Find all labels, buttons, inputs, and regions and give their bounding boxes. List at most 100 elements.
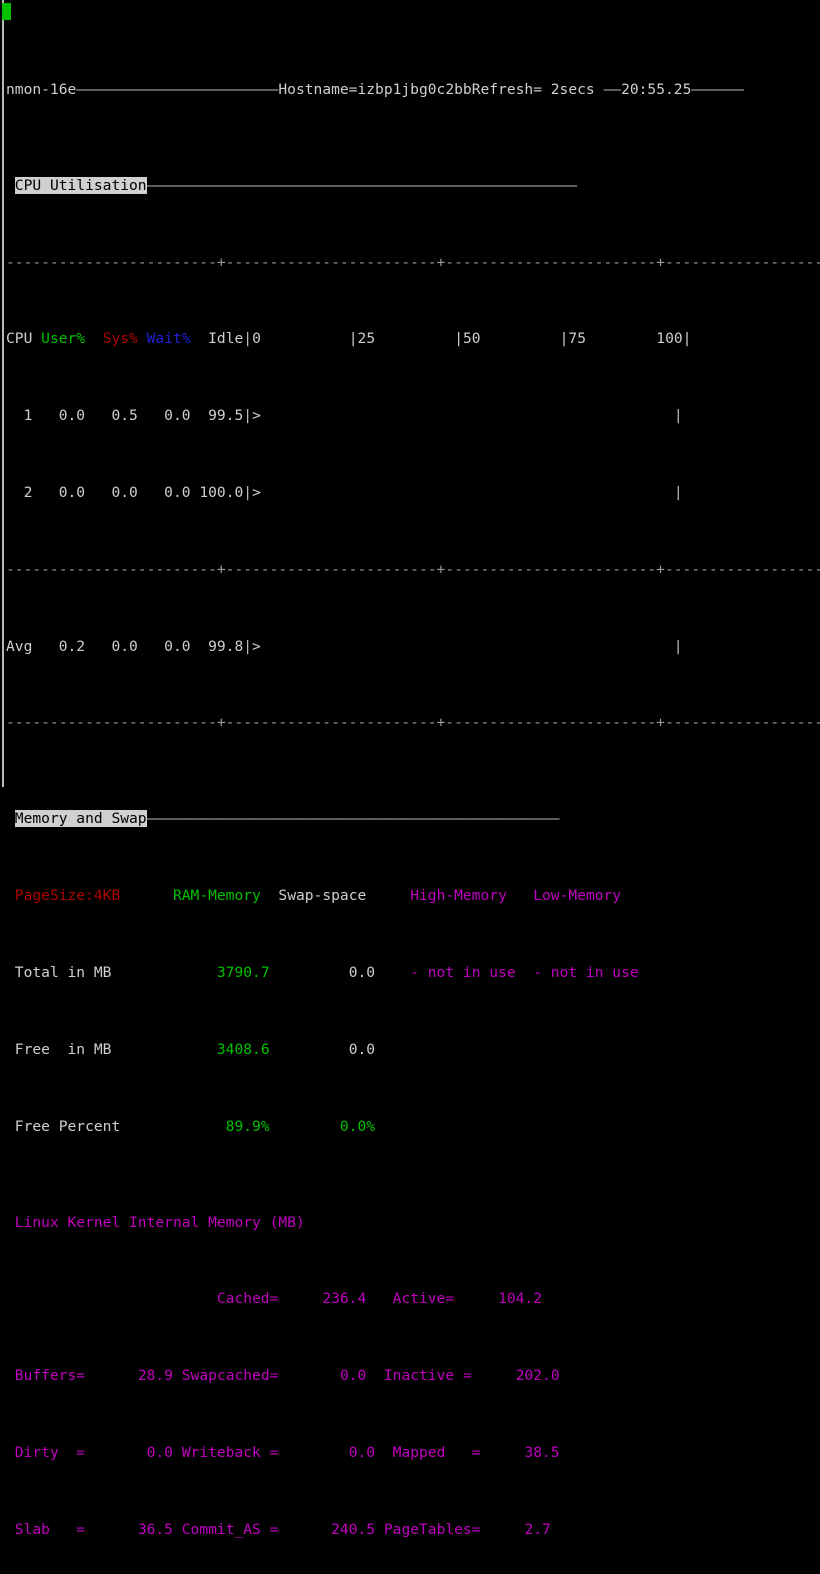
cpu-row: 2 0.0 0.0 0.0 100.0|> | [23,484,683,501]
app-name: nmon-16e [6,80,77,98]
memory-row: Total in MB 3790.7 0.0 - not in use - no… [6,963,820,982]
memory-row: Free Percent 89.9% 0.0% [6,1117,820,1136]
cpu-average-row: Avg 0.2 0.0 0.0 99.8|> | [6,637,683,655]
kernel-mem-pagetables-label: PageTables= [383,1520,481,1538]
cpu-col-idle: Idle [208,330,244,348]
kernel-memory-row: Slab = 36.5 Commit_AS = 240.5 PageTables… [6,1520,820,1539]
refresh-label: Refresh= 2secs [471,80,595,98]
kernel-mem-pagetables-value: 2.7 [524,1520,551,1538]
title-bar-row: nmon-16e———————————————————————Hostname=… [6,80,820,99]
cpu-section-title[interactable]: CPU Utilisation [14,176,147,194]
cpu-separator-bottom: ------------------------+---------------… [6,714,820,732]
cpu-scale-50: |50 [454,330,481,348]
cpu-row-idle: 100.0 [199,484,244,501]
kernel-memory-title: Linux Kernel Internal Memory (MB) [14,1213,305,1231]
kernel-mem-cached-value: 236.4 [322,1290,367,1308]
memory-section-header-row: Memory and Swap—————————————————————————… [6,809,820,828]
kernel-mem-slab-label: Slab = [14,1520,86,1538]
cpu-separator-top: ------------------------+---------------… [6,253,820,271]
cpu-avg-sys: 0.0 [111,637,138,655]
memory-row-swap: 0.0% [339,1117,376,1135]
kernel-mem-buffers-value: 28.9 [137,1367,173,1385]
cpu-row-wait: 0.0 [164,407,191,425]
kernel-mem-writeback-label: Writeback = [181,1443,279,1461]
cpu-row-user: 0.0 [58,407,86,425]
cpu-avg-label: Avg [6,637,33,655]
memory-row-high: - not in use [410,963,516,981]
memory-row-low: - not in use [533,963,639,981]
title-rule-right: —————— [691,80,745,98]
kernel-memory-title-row: Linux Kernel Internal Memory (MB) [6,1213,820,1232]
memory-row-label: Free in MB [14,1040,112,1058]
kernel-mem-inactive-label: Inactive = [383,1367,472,1385]
memory-row-swap: 0.0 [348,963,376,981]
memory-col-swap: Swap-space [278,887,367,905]
cpu-col-cpu: CPU [6,330,33,348]
cpu-row-sys: 0.0 [111,484,138,501]
memory-col-low: Low-Memory [533,887,622,905]
kernel-mem-dirty-label: Dirty = [14,1443,86,1461]
cpu-avg-wait: 0.0 [164,637,191,655]
window-left-border [2,0,4,787]
cpu-avg-idle: 99.8 [208,637,244,655]
kernel-mem-swapcached-value: 0.0 [339,1367,367,1385]
memory-row-label: Free Percent [14,1117,121,1135]
kernel-memory-row: Buffers= 28.9 Swapcached= 0.0 Inactive =… [6,1366,820,1385]
kernel-mem-writeback-value: 0.0 [348,1443,376,1461]
memory-col-high: High-Memory [410,887,507,905]
kernel-mem-mapped-label: Mapped = [392,1443,481,1461]
kernel-mem-mapped-value: 38.5 [524,1443,560,1461]
kernel-mem-buffers-label: Buffers= [14,1367,86,1385]
memory-row-label: Total in MB [14,963,112,981]
cpu-row: 1 0.0 0.5 0.0 99.5|> | [23,407,683,425]
cpu-bar-right-edge: | [673,407,683,425]
kernel-mem-swapcached-label: Swapcached= [181,1367,279,1385]
cpu-scale-25: |25 [348,330,376,348]
clock-label: 20:55.25 [621,80,692,98]
kernel-mem-dirty-value: 0.0 [146,1443,173,1461]
kernel-mem-active-value: 104.2 [498,1290,543,1308]
cpu-row-bar: > [252,407,261,425]
cpu-row-idle: 99.5 [208,407,244,425]
memory-page-size: PageSize:4KB [14,887,121,905]
cpu-row-user: 0.0 [58,484,86,501]
cpu-row-bar: > [252,484,261,501]
cpu-row-wait: 0.0 [164,484,191,501]
hostname-label: Hostname=izbp1jbg0c2bb [278,80,472,98]
kernel-memory-row: Cached= 236.4 Active= 104.2 [6,1289,820,1308]
kernel-mem-slab-value: 36.5 [137,1520,173,1538]
cpu-col-wait: Wait% [146,330,191,348]
cpu-header-rule: ————————————————————————————————————————… [146,176,578,194]
memory-column-header-row: PageSize:4KB RAM-Memory Swap-space High-… [6,886,820,905]
kernel-memory-row: Dirty = 0.0 Writeback = 0.0 Mapped = 38.… [6,1443,820,1462]
memory-row-ram: 89.9% [225,1117,270,1135]
title-rule-left: ——————————————————————— [76,80,279,98]
cpu-bar-right-edge: | [673,484,683,501]
kernel-mem-commitas-label: Commit_AS = [181,1520,279,1538]
kernel-mem-inactive-value: 202.0 [515,1367,560,1385]
cpu-avg-user: 0.2 [58,637,86,655]
cpu-avg-bar: > [252,637,261,655]
kernel-mem-cached-label: Cached= [216,1290,279,1308]
cpu-scale-0: 0 [252,330,261,348]
cpu-section-header-row: CPU Utilisation—————————————————————————… [6,176,820,195]
title-rule-mid: —— [594,80,622,98]
memory-col-ram: RAM-Memory [172,887,261,905]
cpu-row-sys: 0.5 [111,407,138,425]
nmon-terminal-window[interactable]: nmon-16e———————————————————————Hostname=… [0,0,820,1538]
cpu-separator-mid: ------------------------+---------------… [6,560,820,578]
memory-header-rule: ————————————————————————————————————————… [146,810,560,828]
kernel-mem-commitas-value: 240.5 [331,1520,376,1538]
memory-row-ram: 3408.6 [216,1040,270,1058]
memory-row-swap: 0.0 [348,1040,376,1058]
cpu-col-sys: Sys% [102,330,138,348]
terminal-content: nmon-16e———————————————————————Hostname=… [6,3,820,1574]
cpu-scale-75: |75 [559,330,586,348]
memory-row: Free in MB 3408.6 0.0 [6,1040,820,1059]
kernel-mem-active-label: Active= [392,1290,455,1308]
cpu-col-user: User% [41,330,86,348]
memory-row-ram: 3790.7 [216,963,270,981]
cpu-avg-bar-right-edge: | [673,637,683,655]
cpu-column-header-row: CPU User% Sys% Wait% Idle|0 |25 |50 |75 … [6,330,692,348]
memory-section-title[interactable]: Memory and Swap [14,810,147,828]
